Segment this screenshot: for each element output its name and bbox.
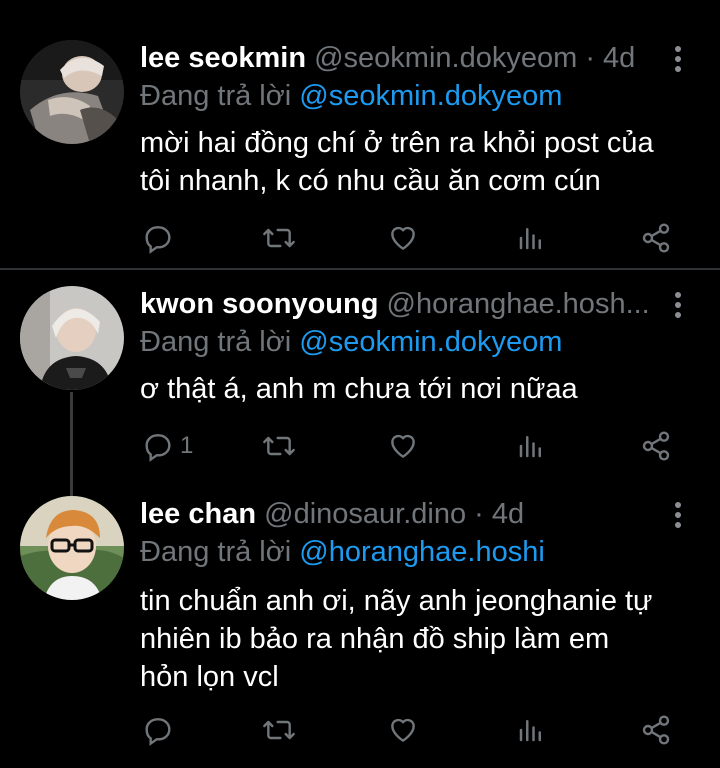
- display-name[interactable]: lee chan: [140, 498, 256, 530]
- like-button[interactable]: [386, 220, 420, 256]
- retweet-icon: [263, 436, 295, 456]
- tweet-text: ơ thật á, anh m chưa tới nơi nữaa: [140, 370, 700, 408]
- timestamp[interactable]: 4d: [603, 42, 635, 74]
- like-button[interactable]: [386, 712, 420, 748]
- divider: [0, 268, 720, 270]
- retweet-button[interactable]: [261, 428, 297, 464]
- tweet-text: mời hai đồng chí ở trên ra khỏi post của…: [140, 124, 700, 200]
- tweet-text-line: mời hai đồng chí ở trên ra khỏi post của: [140, 127, 654, 159]
- avatar[interactable]: [20, 40, 124, 144]
- tweet-text-line: hỏn lọn vcl: [140, 661, 279, 693]
- reply-count: 1: [180, 432, 194, 459]
- mention-link[interactable]: @seokmin.dokyeom: [299, 326, 562, 358]
- handle[interactable]: @seokmin.dokyeom: [314, 42, 577, 74]
- more-icon[interactable]: [668, 46, 688, 74]
- like-icon: [391, 434, 415, 458]
- separator-dot: ·: [585, 42, 595, 74]
- more-icon[interactable]: [668, 292, 688, 320]
- separator-dot: ·: [474, 498, 484, 530]
- timestamp[interactable]: 4d: [492, 498, 524, 530]
- like-icon: [391, 226, 415, 250]
- views-icon: [519, 228, 541, 250]
- like-icon: [391, 718, 415, 742]
- replying-label: Đang trả lời: [140, 326, 292, 358]
- replying-to: Đang trả lời @seokmin.dokyeom: [140, 324, 562, 360]
- reply-icon: [145, 226, 171, 254]
- views-button[interactable]: [516, 220, 546, 256]
- tweet-text: tin chuẩn anh ơi, nãy anh jeonghanie tự …: [140, 582, 700, 696]
- tweet-text-line: tôi nhanh, k có nhu cầu ăn cơm cún: [140, 165, 601, 197]
- more-icon[interactable]: [668, 502, 688, 530]
- retweet-button[interactable]: [261, 220, 297, 256]
- replying-label: Đang trả lời: [140, 536, 292, 568]
- share-button[interactable]: [640, 220, 672, 256]
- display-name[interactable]: kwon soonyoung: [140, 288, 378, 320]
- timeline: lee seokmin @seokmin.dokyeom · 4d Đang t…: [0, 0, 720, 768]
- reply-button[interactable]: 1: [142, 428, 193, 464]
- share-button[interactable]: [640, 712, 672, 748]
- display-name[interactable]: lee seokmin: [140, 42, 306, 74]
- reply-icon: [145, 718, 171, 746]
- retweet-icon: [263, 720, 295, 740]
- tweet-text-line: tin chuẩn anh ơi, nãy anh jeonghanie tự: [140, 585, 653, 617]
- avatar[interactable]: [20, 286, 124, 390]
- replying-to: Đang trả lời @seokmin.dokyeom: [140, 78, 562, 114]
- share-button[interactable]: [640, 428, 672, 464]
- tweet-header: lee seokmin @seokmin.dokyeom · 4d: [140, 40, 650, 76]
- reply-button[interactable]: [142, 220, 180, 256]
- tweet-header: kwon soonyoung @horanghae.hosh...: [140, 286, 650, 322]
- thread-line: [70, 392, 73, 504]
- views-button[interactable]: [516, 712, 546, 748]
- retweet-button[interactable]: [261, 712, 297, 748]
- action-bar: 1: [140, 428, 700, 464]
- tweet-text-line: nhiên ib bảo ra nhận đồ ship làm em: [140, 623, 610, 655]
- views-icon: [519, 720, 541, 742]
- mention-link[interactable]: @horanghae.hoshi: [299, 536, 545, 568]
- handle[interactable]: @dinosaur.dino: [264, 498, 466, 530]
- retweet-icon: [263, 228, 295, 248]
- tweet-header: lee chan @dinosaur.dino · 4d: [140, 496, 650, 532]
- avatar[interactable]: [20, 496, 124, 600]
- action-bar: [140, 712, 700, 748]
- mention-link[interactable]: @seokmin.dokyeom: [299, 80, 562, 112]
- replying-label: Đang trả lời: [140, 80, 292, 112]
- reply-icon: [145, 434, 171, 462]
- handle[interactable]: @horanghae.hosh...: [387, 288, 650, 320]
- action-bar: [140, 220, 700, 256]
- tweet-text-line: ơ thật á, anh m chưa tới nơi nữaa: [140, 373, 578, 405]
- share-icon: [642, 223, 670, 253]
- replying-to: Đang trả lời @horanghae.hoshi: [140, 534, 545, 570]
- reply-button[interactable]: [142, 712, 180, 748]
- share-icon: [642, 715, 670, 745]
- views-button[interactable]: [516, 428, 546, 464]
- share-icon: [642, 431, 670, 461]
- views-icon: [519, 436, 541, 458]
- like-button[interactable]: [386, 428, 420, 464]
